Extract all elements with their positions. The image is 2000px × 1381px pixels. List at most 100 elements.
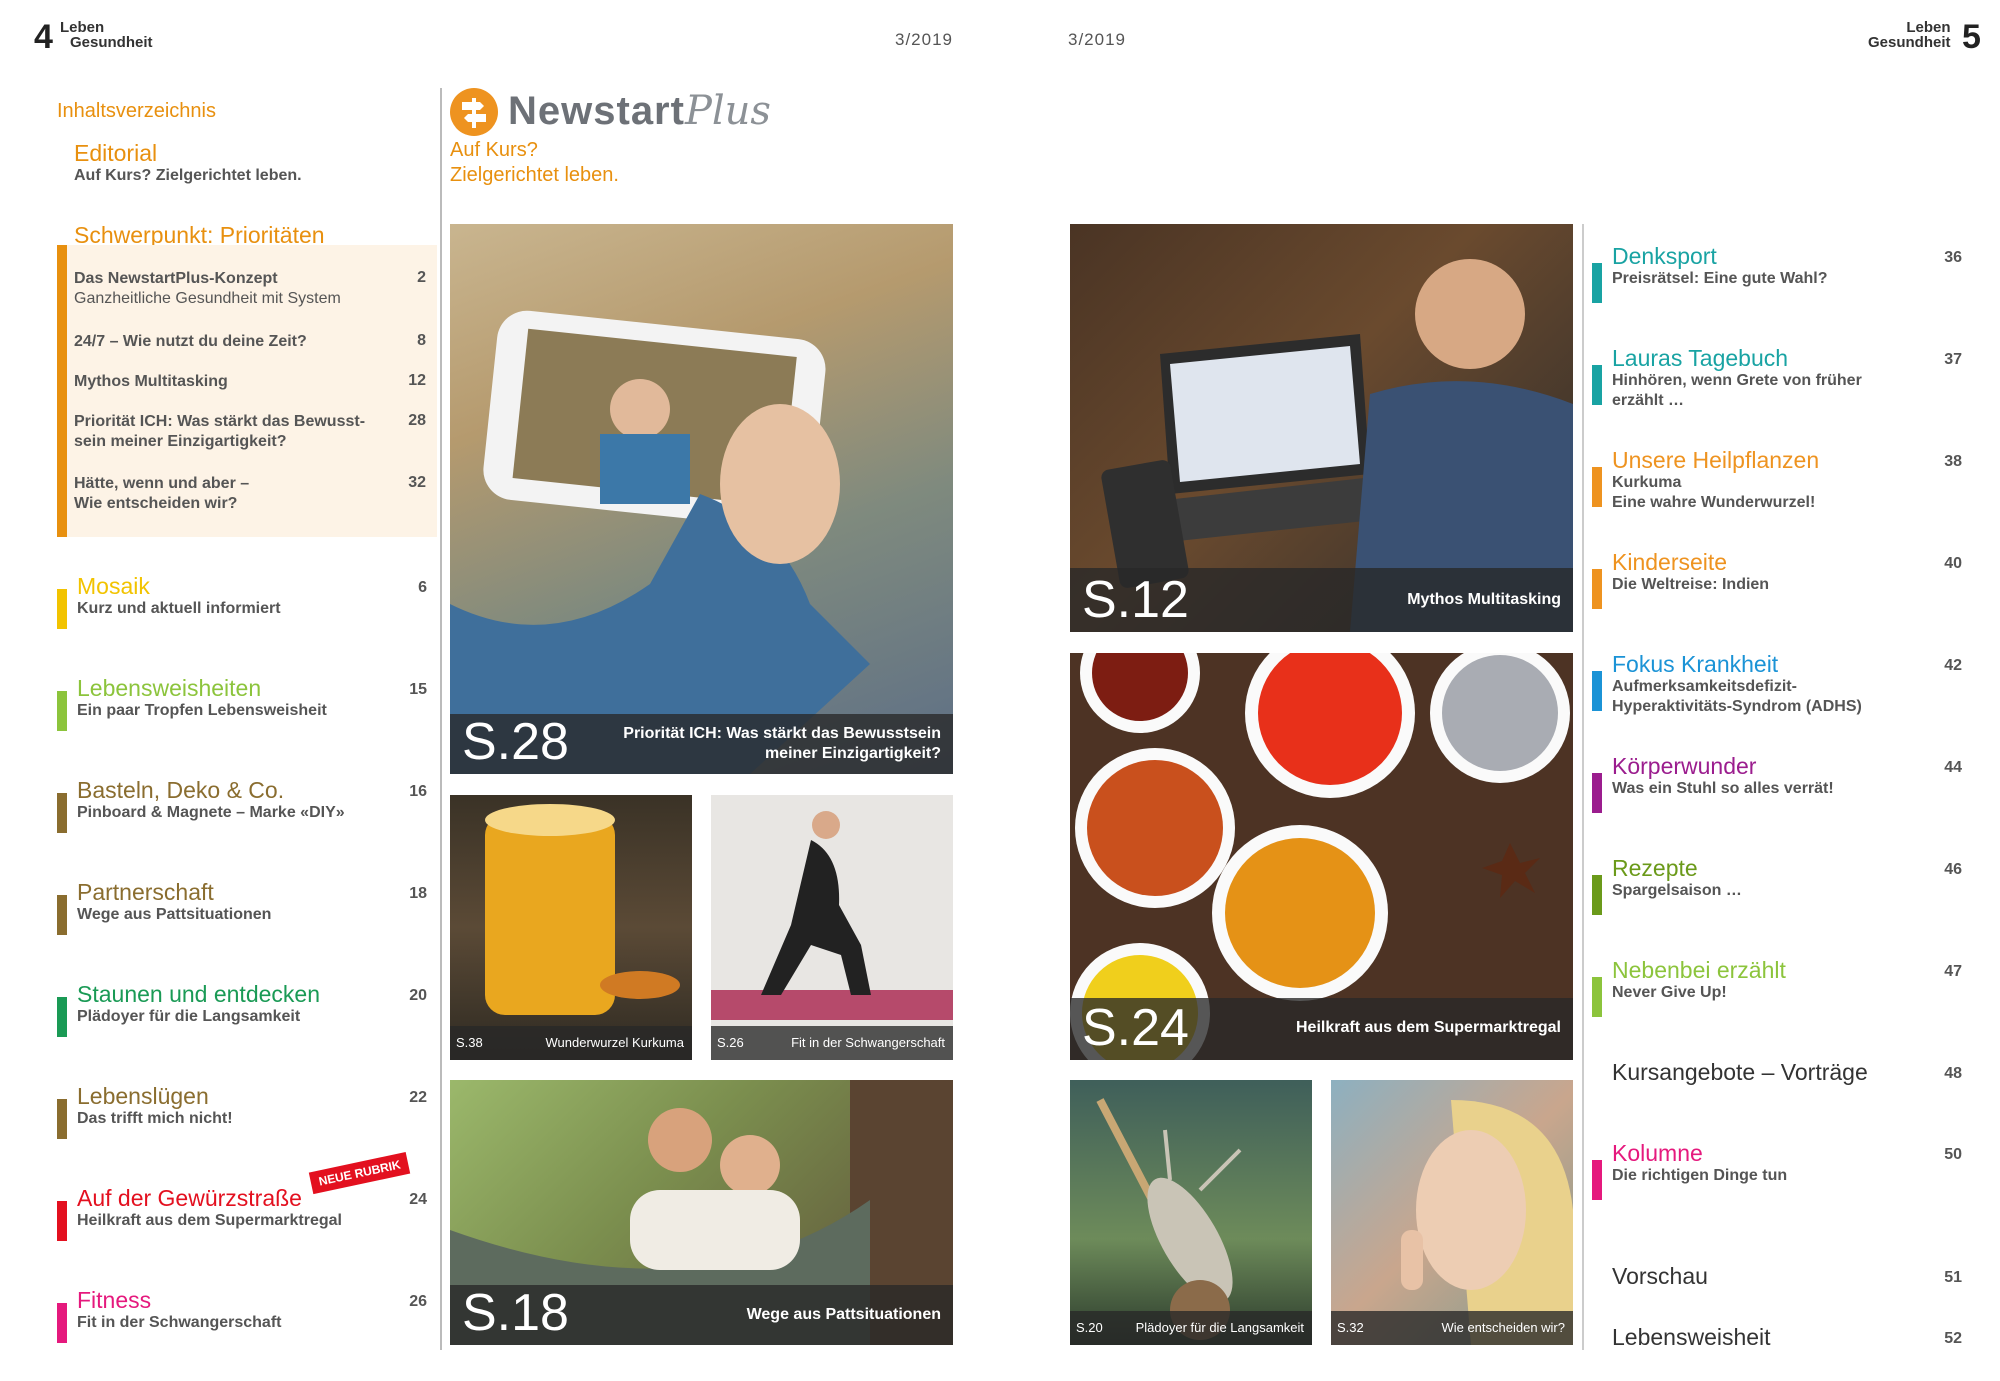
fitness-illustration: [711, 811, 953, 1020]
subtitle-line1: Die Weltreise: Indien: [1612, 576, 1770, 593]
toc-section-fokus-krankheit[interactable]: Fokus Krankheit Aufmerksamkeitsdefizit- …: [1592, 651, 1962, 717]
brand-line2: Gesundheit: [1868, 34, 1951, 51]
section-page: 46: [1944, 861, 1962, 878]
photo-fitness[interactable]: S.26 Fit in der Schwangerschaft: [711, 795, 953, 1060]
section-page: 16: [409, 783, 427, 800]
toc-section-denksport[interactable]: Denksport Preisrätsel: Eine gute Wahl? 3…: [1592, 243, 1962, 309]
toc-section-staunen[interactable]: Staunen und entdecken Plädoyer für die L…: [57, 981, 427, 1041]
section-page: 42: [1944, 657, 1962, 674]
photo-partnership[interactable]: S.18 Wege aus Pattsituationen: [450, 1080, 953, 1345]
focus-item-page: 2: [417, 269, 426, 286]
brand-line1: Leben: [60, 19, 105, 36]
toc-section-mosaik[interactable]: Mosaik Kurz und aktuell informiert 6: [57, 573, 427, 633]
photo-spices[interactable]: S.24 Heilkraft aus dem Supermarktregal: [1070, 653, 1573, 1060]
section-subtitle: Aufmerksamkeitsdefizit- Hyperaktivitäts-…: [1612, 677, 1862, 717]
section-bar: [57, 691, 67, 731]
section-page: 6: [418, 579, 427, 596]
focus-item-line1: Priorität ICH: Was stärkt das Bewusst-: [74, 413, 366, 430]
toc-section-fitness[interactable]: Fitness Fit in der Schwangerschaft 26: [57, 1287, 427, 1347]
section-title: Auf der Gewürzstraße: [77, 1185, 302, 1211]
focus-item[interactable]: Das NewstartPlus-Konzept Ganzheitliche G…: [74, 269, 426, 309]
subtitle-line2: Hyperaktivitäts-Syndrom (ADHS): [1612, 698, 1862, 715]
focus-item[interactable]: 24/7 – Wie nutzt du deine Zeit? 8: [74, 332, 426, 352]
toc-section-lauras-tagebuch[interactable]: Lauras Tagebuch Hinhören, wenn Grete von…: [1592, 345, 1962, 411]
caption-text: Mythos Multitasking: [1407, 591, 1561, 608]
focus-item-line1: Das NewstartPlus-Konzept: [74, 270, 278, 287]
subtitle-line1: Was ein Stuhl so alles verrät!: [1612, 780, 1834, 797]
focus-item-line2: sein meiner Einzigartigkeit?: [74, 433, 287, 450]
section-page: 22: [409, 1089, 427, 1106]
section-bar: [1592, 569, 1602, 609]
toc-section-gewuerzstrasse[interactable]: Auf der Gewürzstraße Heilkraft aus dem S…: [57, 1185, 427, 1245]
subtitle-line1: Preisrätsel: Eine gute Wahl?: [1612, 270, 1828, 287]
section-bar: [1592, 467, 1602, 507]
photo-kurkuma[interactable]: S.38 Wunderwurzel Kurkuma: [450, 795, 692, 1060]
focus-item-line2: Ganzheitliche Gesundheit mit System: [74, 290, 341, 307]
snail-illustration: [1096, 1098, 1242, 1340]
section-subtitle: Die richtigen Dinge tun: [1612, 1166, 1787, 1186]
section-title: Fokus Krankheit: [1612, 651, 1779, 677]
focus-item-page: 8: [417, 332, 426, 349]
logo-main: Newstart: [508, 89, 685, 133]
section-title: Körperwunder: [1612, 753, 1757, 779]
section-subtitle: Kurkuma Eine wahre Wunderwurzel!: [1612, 473, 1815, 513]
caption-page: S.20: [1076, 1320, 1103, 1335]
section-title: Lebenslügen: [77, 1083, 209, 1109]
toc-section-lebensweisheiten[interactable]: Lebensweisheiten Ein paar Tropfen Lebens…: [57, 675, 427, 735]
section-bar: [1592, 365, 1602, 405]
section-subtitle: Wege aus Pattsituationen: [77, 906, 272, 923]
subtitle-line2: erzählt …: [1612, 392, 1685, 409]
focus-item[interactable]: Mythos Multitasking 12: [74, 372, 426, 392]
section-subtitle: Was ein Stuhl so alles verrät!: [1612, 779, 1834, 799]
logo-wordmark: NewstartPlus: [508, 88, 771, 134]
brand-mark-right: Leben Gesundheit: [1862, 20, 1951, 50]
toc-section-kinderseite[interactable]: Kinderseite Die Weltreise: Indien 40: [1592, 549, 1962, 615]
logo-plus: Plus: [684, 88, 771, 134]
caption-line1: Priorität ICH: Was stärkt das Bewusstsei…: [623, 725, 941, 742]
photo-multitasking[interactable]: S.12 Mythos Multitasking: [1070, 224, 1573, 632]
section-subtitle: Ein paar Tropfen Lebensweisheit: [77, 702, 327, 719]
section-page: 24: [409, 1191, 427, 1208]
focus-item-line1: Hätte, wenn und aber –: [74, 475, 250, 492]
toc-section-lebensluegen[interactable]: Lebenslügen Das trifft mich nicht! 22: [57, 1083, 427, 1143]
toc-plain-lebensweisheit[interactable]: Lebensweisheit 52: [1612, 1324, 1962, 1351]
photo-snail[interactable]: S.20 Plädoyer für die Langsamkeit: [1070, 1080, 1312, 1345]
focus-item-line2: Wie entscheiden wir?: [74, 495, 238, 512]
photo-selfie[interactable]: S.28 Priorität ICH: Was stärkt das Bewus…: [450, 224, 953, 774]
toc-section-koerperwunder[interactable]: Körperwunder Was ein Stuhl so alles verr…: [1592, 753, 1962, 819]
caption-text: Wie entscheiden wir?: [1441, 1320, 1565, 1335]
caption-page: S.12: [1082, 571, 1189, 629]
focus-item-page: 32: [408, 474, 426, 491]
section-subtitle: Das trifft mich nicht!: [77, 1110, 233, 1127]
photo-decision[interactable]: S.32 Wie entscheiden wir?: [1331, 1080, 1573, 1345]
editorial-title[interactable]: Editorial: [74, 140, 157, 166]
toc-section-nebenbei[interactable]: Nebenbei erzählt Never Give Up! 47: [1592, 957, 1962, 1023]
section-page: 20: [409, 987, 427, 1004]
section-title: Fitness: [77, 1287, 152, 1313]
toc-section-rezepte[interactable]: Rezepte Spargelsaison … 46: [1592, 855, 1962, 921]
decision-illustration: [1401, 1100, 1573, 1345]
section-page: 47: [1944, 963, 1962, 980]
right-page-number: 5: [1962, 18, 1981, 56]
plain-title: Vorschau: [1612, 1263, 1708, 1289]
caption-page: S.38: [456, 1035, 483, 1050]
focus-item-page: 12: [408, 372, 426, 389]
brand-line2: Gesundheit: [70, 34, 153, 51]
focus-item[interactable]: Hätte, wenn und aber – Wie entscheiden w…: [74, 474, 426, 514]
section-bar: [1592, 773, 1602, 813]
section-subtitle: Kurz und aktuell informiert: [77, 600, 281, 617]
caption-page: S.26: [717, 1035, 744, 1050]
toc-plain-kursangebote[interactable]: Kursangebote – Vorträge 48: [1612, 1059, 1962, 1086]
toc-section-heilpflanzen[interactable]: Unsere Heilpflanzen Kurkuma Eine wahre W…: [1592, 447, 1962, 513]
toc-section-partnerschaft[interactable]: Partnerschaft Wege aus Pattsituationen 1…: [57, 879, 427, 939]
left-page-number: 4: [34, 18, 53, 56]
subtitle-line1: Spargelsaison …: [1612, 882, 1742, 899]
toc-plain-vorschau[interactable]: Vorschau 51: [1612, 1263, 1962, 1290]
toc-section-kolumne[interactable]: Kolumne Die richtigen Dinge tun 50: [1592, 1140, 1962, 1206]
section-page: 36: [1944, 249, 1962, 266]
section-page: 40: [1944, 555, 1962, 572]
section-bar: [1592, 875, 1602, 915]
focus-item[interactable]: Priorität ICH: Was stärkt das Bewusst- s…: [74, 412, 426, 452]
toc-section-basteln[interactable]: Basteln, Deko & Co. Pinboard & Magnete –…: [57, 777, 427, 837]
caption-line2: meiner Einzigartigkeit?: [764, 745, 941, 762]
